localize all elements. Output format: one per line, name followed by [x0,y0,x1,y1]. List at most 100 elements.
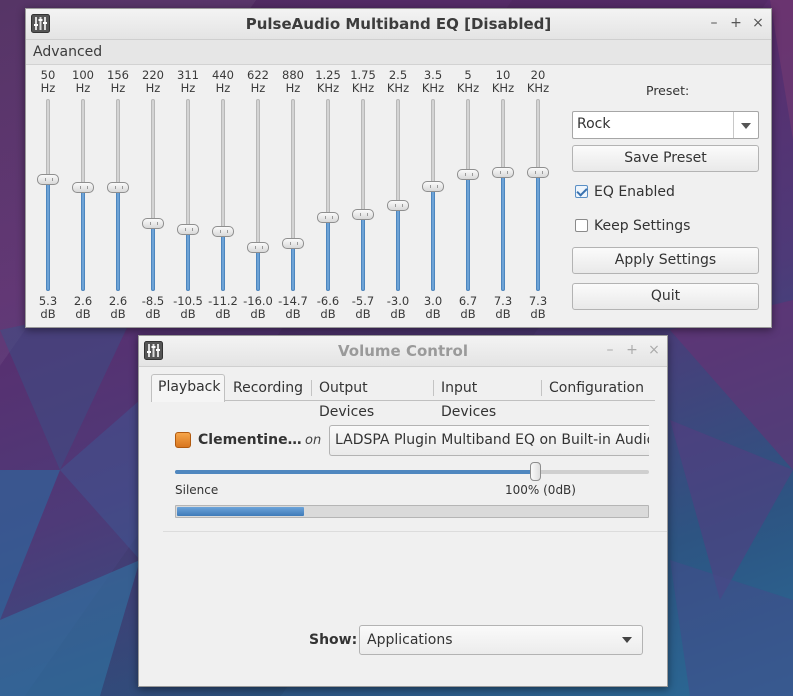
band-unit: KHz [316,81,340,95]
volume-titlebar[interactable]: Volume Control – + × [139,336,667,367]
band-slider-handle[interactable] [142,217,164,229]
band-slider-handle[interactable] [37,173,59,185]
eq-band-5: 440 Hz -11.2 dB [205,69,241,321]
band-slider-handle[interactable] [107,182,129,194]
maximize-icon[interactable]: + [625,343,639,357]
eq-band-12: 5 KHz 6.7 dB [450,69,486,321]
band-slider[interactable] [107,99,129,291]
tab-output-devices[interactable]: Output Devices [313,376,433,420]
band-slider-fill [186,228,190,291]
tab-configuration[interactable]: Configuration [543,376,653,400]
band-slider-handle[interactable] [492,167,514,179]
dropdown-arrow-icon[interactable] [622,637,632,643]
keep-settings-checkbox[interactable]: Keep Settings [575,218,690,234]
eq-band-2: 156 Hz 2.6 dB [100,69,136,321]
show-filter-combo[interactable]: Applications [359,625,643,655]
eq-band-4: 311 Hz -10.5 dB [170,69,206,321]
band-slider-handle[interactable] [352,208,374,220]
eq-band-3: 220 Hz -8.5 dB [135,69,171,321]
tab-input-devices[interactable]: Input Devices [435,376,541,420]
band-gain-readout: 2.6 dB [65,295,101,321]
band-gain-readout: -10.5 dB [170,295,206,321]
save-preset-button[interactable]: Save Preset [572,145,759,172]
volume-window-title: Volume Control [338,342,468,360]
preset-label: Preset: [646,83,690,98]
tab-separator [541,380,542,396]
band-slider-handle[interactable] [72,182,94,194]
tab-recording[interactable]: Recording [227,376,309,400]
chevron-down-icon[interactable] [733,112,758,138]
band-slider-fill [501,171,505,291]
close-icon[interactable]: × [647,343,661,357]
eq-band-9: 1.75 KHz -5.7 dB [345,69,381,321]
maximize-icon[interactable]: + [729,16,743,30]
band-slider[interactable] [37,99,59,291]
band-slider[interactable] [212,99,234,291]
band-slider[interactable] [387,99,409,291]
band-slider-handle[interactable] [212,226,234,238]
band-gain-unit: dB [250,307,266,321]
eq-band-14: 20 KHz 7.3 dB [520,69,556,321]
band-gain-unit: dB [425,307,441,321]
apply-settings-button[interactable]: Apply Settings [572,247,759,274]
band-slider[interactable] [352,99,374,291]
band-gain-unit: dB [215,307,231,321]
volume-slider-handle[interactable] [530,462,542,481]
tab-separator [311,380,312,396]
eq-band-0: 50 Hz 5.3 dB [30,69,66,321]
band-slider-fill [431,185,435,291]
band-unit: Hz [215,81,231,95]
eq-enabled-checkbox[interactable]: EQ Enabled [575,184,675,200]
band-slider-handle[interactable] [317,211,339,223]
band-slider-handle[interactable] [422,180,444,192]
quit-button[interactable]: Quit [572,283,759,310]
band-unit: KHz [351,81,375,95]
menu-advanced[interactable]: Advanced [26,40,109,64]
band-unit: KHz [456,81,480,95]
band-slider-fill [256,246,260,291]
preset-combo[interactable]: Rock [572,111,759,139]
tab-playback[interactable]: Playback [151,374,225,402]
minimize-icon[interactable]: – [707,16,721,30]
band-slider-handle[interactable] [247,241,269,253]
band-slider[interactable] [282,99,304,291]
band-slider[interactable] [142,99,164,291]
band-slider-fill [361,213,365,291]
band-slider-fill [536,171,540,291]
checkbox-checked-icon[interactable] [575,185,588,198]
band-unit: KHz [526,81,550,95]
band-slider[interactable] [317,99,339,291]
eq-window-title: PulseAudio Multiband EQ [Disabled] [245,15,552,33]
eq-titlebar[interactable]: PulseAudio Multiband EQ [Disabled] – + × [26,9,771,40]
band-slider[interactable] [72,99,94,291]
band-slider-handle[interactable] [527,167,549,179]
band-slider[interactable] [492,99,514,291]
close-icon[interactable]: × [751,16,765,30]
checkbox-unchecked-icon[interactable] [575,219,588,232]
band-slider-fill [396,204,400,291]
band-unit: Hz [40,81,56,95]
band-slider-handle[interactable] [457,169,479,181]
band-gain-readout: 2.6 dB [100,295,136,321]
stream-app-name: Clementine ... [198,432,304,448]
band-gain-readout: -8.5 dB [135,295,171,321]
sink-select-button[interactable]: LADSPA Plugin Multiband EQ on Built-in A… [329,425,649,456]
band-unit: Hz [110,81,126,95]
band-slider[interactable] [527,99,549,291]
band-slider-handle[interactable] [282,237,304,249]
tab-separator [433,380,434,396]
band-slider[interactable] [247,99,269,291]
band-unit: Hz [75,81,91,95]
band-gain-unit: dB [390,307,406,321]
band-slider[interactable] [422,99,444,291]
band-slider-fill [81,186,85,291]
band-gain-unit: dB [40,307,56,321]
band-slider-handle[interactable] [387,200,409,212]
volume-slider[interactable] [175,462,649,481]
band-slider[interactable] [177,99,199,291]
band-slider-handle[interactable] [177,224,199,236]
band-slider[interactable] [457,99,479,291]
minimize-icon[interactable]: – [603,343,617,357]
band-gain-readout: 7.3 dB [520,295,556,321]
volume-percent-label: 100% (0dB) [505,483,576,497]
